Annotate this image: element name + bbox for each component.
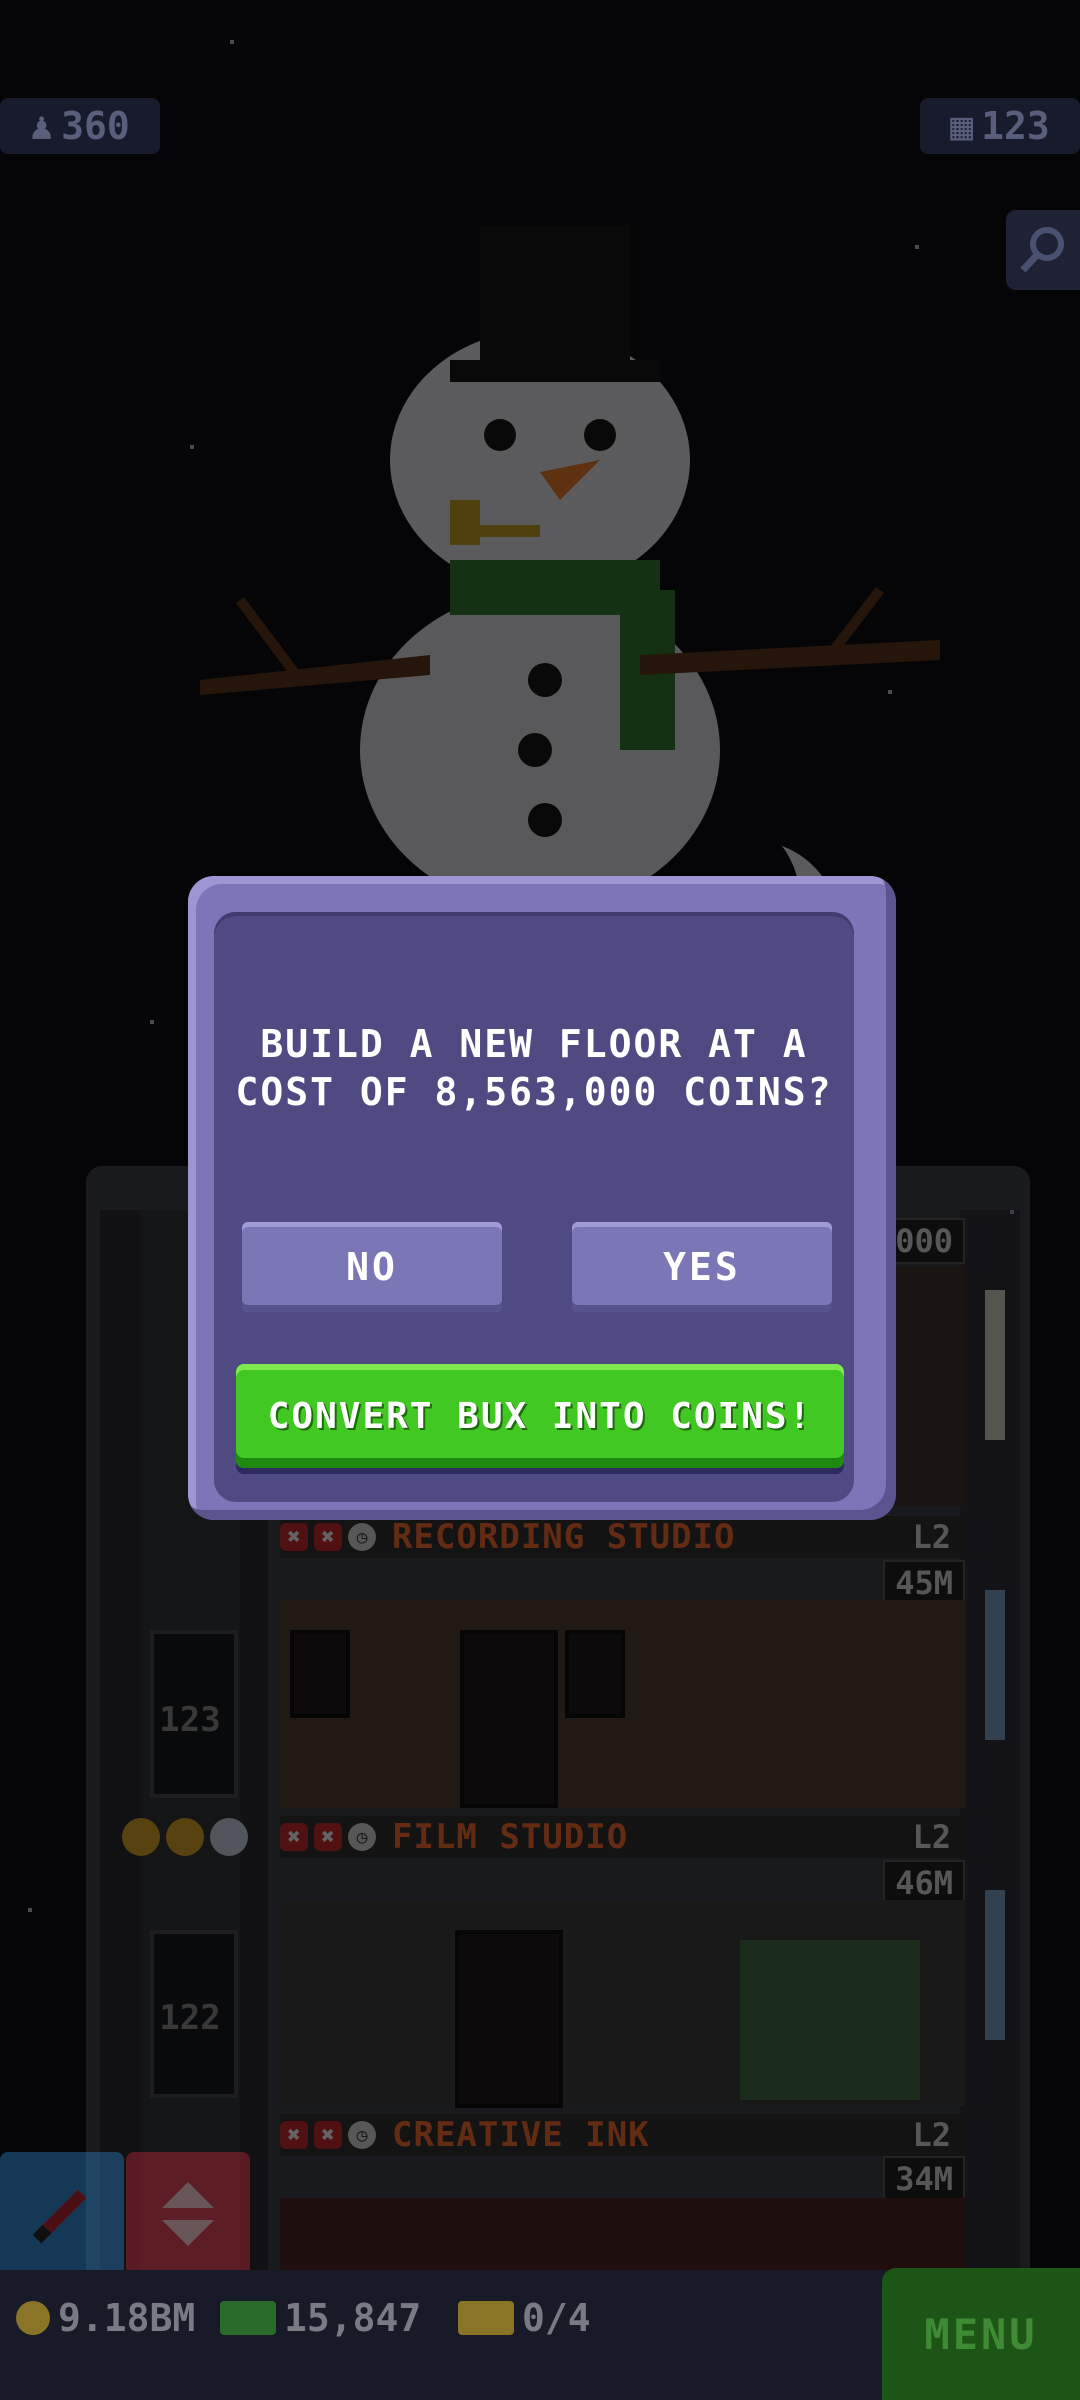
floor-room[interactable] xyxy=(280,2198,965,2278)
search-button[interactable] xyxy=(1006,210,1080,290)
pencil-icon xyxy=(32,2189,87,2244)
floor-header-creative-ink[interactable]: ✖ ✖ ◷ CREATIVE INK L2 xyxy=(280,2114,965,2156)
up-down-arrows-icon xyxy=(162,2182,214,2246)
population-counter: ♟ 360 xyxy=(0,98,160,154)
bux-counter: 15,847 xyxy=(220,2296,421,2340)
alert-icon: ✖ xyxy=(314,1523,342,1551)
yes-button[interactable]: YES xyxy=(572,1222,832,1312)
alert-icon: ✖ xyxy=(314,1823,342,1851)
convert-bux-button[interactable]: CONVERT BUX INTO COINS! xyxy=(236,1364,844,1468)
clock-icon: ◷ xyxy=(348,1823,376,1851)
move-floor-button[interactable] xyxy=(126,2152,250,2276)
elevator-tool-button[interactable] xyxy=(0,2152,124,2276)
star-rating xyxy=(122,1818,248,1856)
dialog-message: BUILD A NEW FLOOR AT A COST OF 8,563,000… xyxy=(235,1022,833,1114)
magnifier-icon xyxy=(1020,227,1064,273)
floor-number: 123 xyxy=(159,1700,221,1740)
floor-number: 122 xyxy=(159,1998,221,2038)
alert-icon: ✖ xyxy=(280,2121,308,2149)
coin-icon xyxy=(16,2301,50,2335)
floor-income-tag: 34M xyxy=(883,2156,965,2202)
building-icon: ▦ xyxy=(950,104,974,148)
floor-counter: ▦ 123 xyxy=(920,98,1080,154)
no-button[interactable]: NO xyxy=(242,1222,502,1312)
coins-counter: 9.18BM xyxy=(16,2296,195,2340)
floor-header-recording-studio[interactable]: ✖ ✖ ◷ RECORDING STUDIO L2 xyxy=(280,1516,965,1558)
clock-icon: ◷ xyxy=(348,1523,376,1551)
tickets-counter: 0/4 xyxy=(458,2296,591,2340)
clock-icon: ◷ xyxy=(348,2121,376,2149)
person-icon: ♟ xyxy=(30,104,54,148)
bux-icon xyxy=(220,2301,276,2335)
alert-icon: ✖ xyxy=(314,2121,342,2149)
menu-button[interactable]: MENU xyxy=(882,2268,1080,2400)
alert-icon: ✖ xyxy=(280,1523,308,1551)
alert-icon: ✖ xyxy=(280,1823,308,1851)
ticket-icon xyxy=(458,2301,514,2335)
floor-header-film-studio[interactable]: ✖ ✖ ◷ FILM STUDIO L2 xyxy=(280,1816,965,1858)
